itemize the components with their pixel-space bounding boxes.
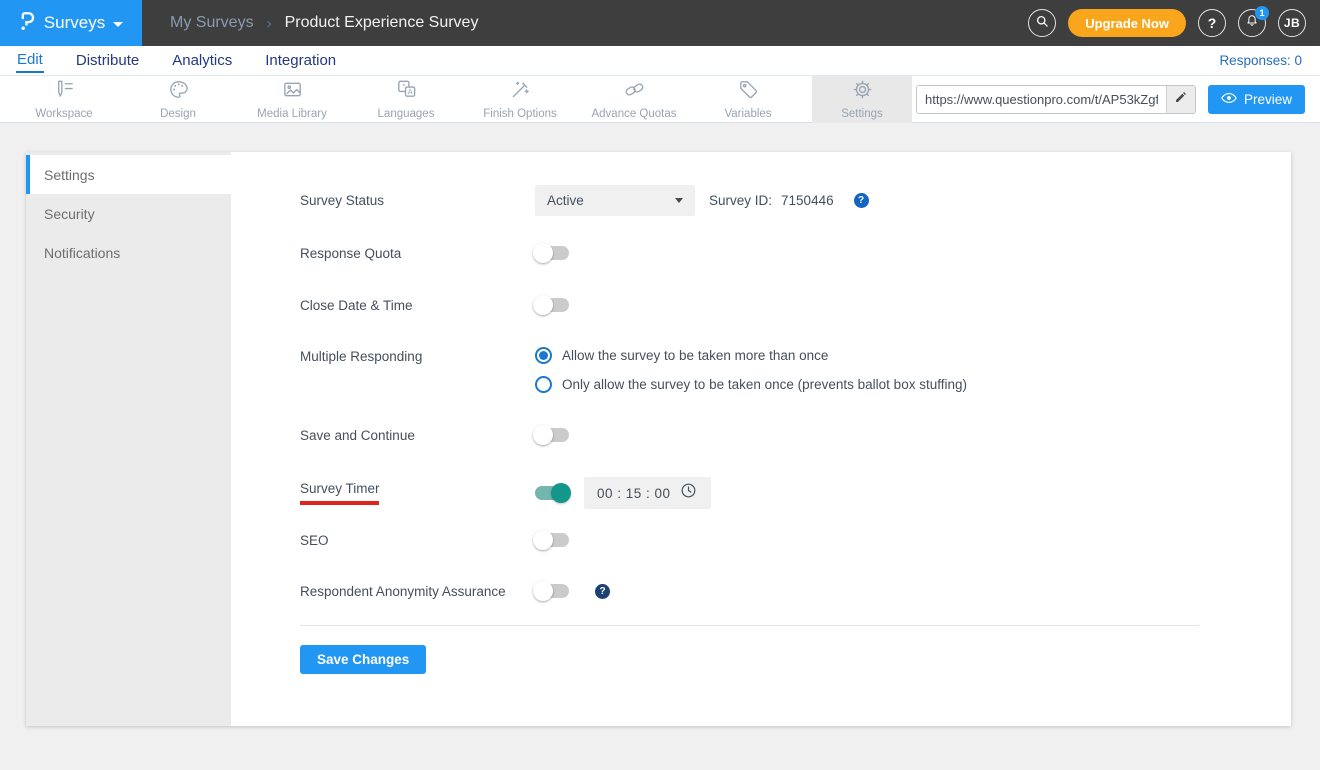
survey-id-value: 7150446 (781, 193, 834, 208)
toolbar-right: Preview (915, 84, 1305, 114)
upgrade-now-button[interactable]: Upgrade Now (1068, 9, 1186, 37)
breadcrumb-my-surveys[interactable]: My Surveys (170, 14, 254, 32)
tab-distribute[interactable]: Distribute (75, 50, 140, 72)
close-date-label: Close Date & Time (300, 297, 413, 313)
response-quota-toggle[interactable] (533, 243, 569, 263)
tab-analytics[interactable]: Analytics (171, 50, 233, 72)
chevron-down-icon (675, 198, 683, 203)
timer-value: 00 : 15 : 00 (597, 485, 671, 501)
toolbar-item-advance-quotas[interactable]: Advance Quotas (584, 76, 684, 123)
toolbar-item-variables[interactable]: Variables (698, 76, 798, 123)
breadcrumb: My Surveys › Product Experience Survey (170, 14, 478, 32)
sidebar-item-security[interactable]: Security (26, 194, 231, 233)
multiple-responding-options: Allow the survey to be taken more than o… (535, 347, 967, 393)
survey-timer-duration-field[interactable]: 00 : 15 : 00 (584, 477, 711, 509)
toolbar-item-design[interactable]: Design (128, 76, 228, 123)
divider (300, 625, 1199, 626)
questionpro-logo-icon (19, 8, 36, 38)
eye-icon (1221, 92, 1237, 107)
tab-edit[interactable]: Edit (16, 49, 44, 73)
save-and-continue-label: Save and Continue (300, 427, 415, 443)
survey-status-label: Survey Status (300, 193, 385, 208)
survey-status-row: Survey Status Active Survey ID: 7150446 … (300, 185, 1199, 216)
survey-timer-label-cell: Survey Timer (300, 481, 535, 505)
save-and-continue-row: Save and Continue (300, 425, 1199, 445)
close-date-toggle[interactable] (533, 295, 569, 315)
tab-integration[interactable]: Integration (264, 50, 337, 72)
finish-options-wand-icon (509, 78, 532, 106)
survey-id-label: Survey ID: (709, 193, 773, 208)
response-quota-label: Response Quota (300, 245, 402, 261)
workspace-icon (53, 78, 76, 106)
main-tabs: Edit Distribute Analytics Integration Re… (0, 46, 1320, 76)
clock-icon (679, 481, 698, 505)
survey-url-box (915, 84, 1196, 114)
product-label: Surveys (43, 13, 106, 32)
sidebar-item-notifications[interactable]: Notifications (26, 233, 231, 272)
avatar-initials: JB (1283, 16, 1301, 30)
breadcrumb-separator: › (266, 14, 272, 32)
toolbar-item-settings[interactable]: Settings (812, 75, 912, 123)
help-button[interactable]: ? (1198, 9, 1226, 37)
settings-card: Settings Security Notifications Survey S… (26, 152, 1291, 726)
design-palette-icon (167, 78, 190, 106)
radio-option-only-once[interactable]: Only allow the survey to be taken once (… (535, 376, 967, 393)
search-icon (1034, 13, 1050, 34)
red-highlight-underline (300, 501, 379, 505)
close-date-row: Close Date & Time (300, 295, 1199, 315)
toolbar-item-workspace[interactable]: Workspace (14, 76, 114, 123)
chevron-down-icon (113, 21, 124, 27)
surveys-product-menu[interactable]: Surveys (0, 0, 142, 46)
sidebar-item-settings[interactable]: Settings (26, 155, 231, 194)
survey-status-select[interactable]: Active (535, 185, 695, 216)
survey-timer-row: Survey Timer 00 : 15 : 00 (300, 477, 1199, 509)
pencil-icon (1174, 90, 1188, 109)
svg-text:A: A (407, 88, 412, 96)
languages-icon: * A (395, 78, 418, 106)
advance-quotas-link-icon (623, 78, 646, 106)
preview-button[interactable]: Preview (1207, 84, 1305, 114)
responses-count: Responses: 0 (1219, 53, 1302, 68)
toolbar-item-finish-options[interactable]: Finish Options (470, 76, 570, 123)
respondent-anonymity-toggle[interactable] (533, 581, 569, 601)
radio-unselected-icon (535, 376, 552, 393)
variables-tag-icon (737, 78, 760, 106)
search-button[interactable] (1028, 9, 1057, 37)
edit-url-button[interactable] (1165, 85, 1195, 113)
response-quota-row: Response Quota (300, 243, 1199, 263)
respondent-anonymity-label: Respondent Anonymity Assurance (300, 583, 506, 599)
edit-toolbar: Workspace Design Media Library * A Langua… (0, 75, 1320, 123)
settings-sidebar: Settings Security Notifications (26, 152, 231, 726)
notification-count-badge: 1 (1255, 6, 1269, 20)
settings-form: Survey Status Active Survey ID: 7150446 … (231, 152, 1291, 726)
save-and-continue-toggle[interactable] (533, 425, 569, 445)
multiple-responding-row: Multiple Responding Allow the survey to … (300, 347, 1199, 393)
topbar-actions: Upgrade Now ? 1 JB (1028, 6, 1306, 37)
help-icon: ? (1207, 15, 1217, 31)
toolbar-item-media-library[interactable]: Media Library (242, 76, 342, 123)
radio-option-allow-multiple[interactable]: Allow the survey to be taken more than o… (535, 347, 967, 364)
seo-toggle[interactable] (533, 530, 569, 550)
settings-gear-icon (851, 78, 874, 106)
notifications-button[interactable]: 1 (1238, 6, 1269, 37)
top-bar: Surveys My Surveys › Product Experience … (0, 0, 1320, 46)
survey-timer-label: Survey Timer (300, 481, 380, 496)
survey-timer-toggle[interactable] (535, 483, 571, 503)
respondent-anonymity-help-icon[interactable]: ? (595, 583, 610, 599)
radio-selected-icon (535, 347, 552, 364)
seo-row: SEO (300, 530, 1199, 550)
user-avatar[interactable]: JB (1278, 9, 1306, 37)
save-changes-button[interactable]: Save Changes (300, 645, 427, 674)
respondent-anonymity-row: Respondent Anonymity Assurance ? (300, 581, 1199, 601)
media-library-icon (281, 78, 304, 106)
survey-id-help-icon[interactable]: ? (853, 193, 869, 208)
seo-label: SEO (300, 532, 329, 548)
breadcrumb-survey-title: Product Experience Survey (284, 14, 479, 31)
survey-url-input[interactable] (916, 85, 1166, 113)
toolbar-item-languages[interactable]: * A Languages (356, 76, 456, 123)
multiple-responding-label: Multiple Responding (300, 349, 423, 364)
